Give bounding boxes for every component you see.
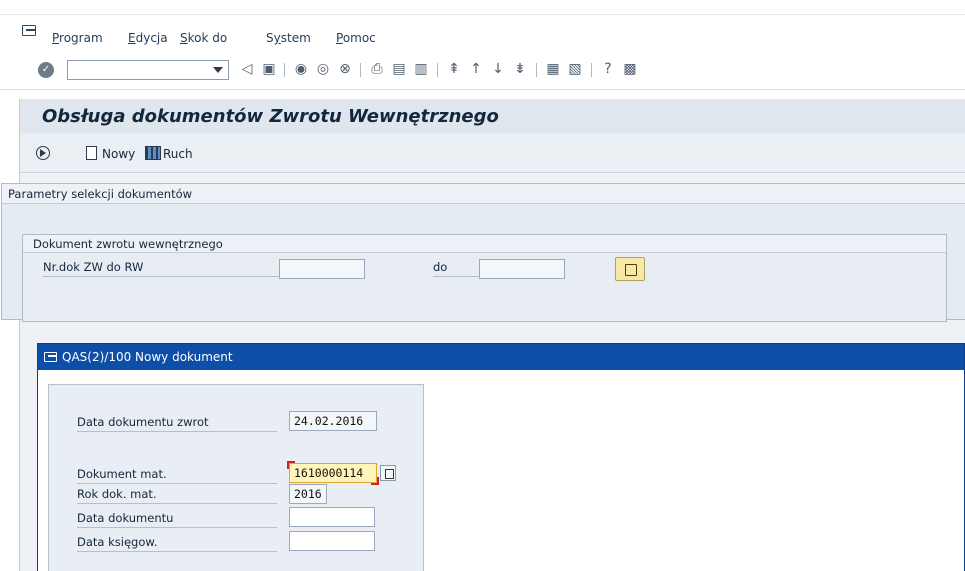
system-menu-icon[interactable]: [22, 25, 36, 36]
dialog-form-frame: Data dokumentu zwrot 24.02.2016 Dokument…: [48, 384, 424, 571]
return-document-title: Dokument zwrotu wewnętrznego: [23, 235, 946, 253]
shortcut-icon[interactable]: ▧: [567, 61, 583, 77]
return-doc-number-label: Nr.dok ZW do RW: [43, 260, 279, 277]
chevron-down-icon[interactable]: [213, 67, 223, 73]
table-icon[interactable]: [145, 146, 161, 160]
return-date-label: Data dokumentu zwrot: [77, 415, 277, 432]
menu-system[interactable]: System: [266, 31, 311, 45]
first-page-icon[interactable]: ⇞: [446, 61, 462, 77]
movement-button[interactable]: Ruch: [163, 147, 193, 161]
cancel-icon[interactable]: ⊗: [337, 61, 353, 77]
back-arrow-icon[interactable]: ◁: [239, 61, 255, 77]
selection-parameters-frame: Parametry selekcji dokumentów Dokument z…: [1, 183, 965, 322]
copy-icon[interactable]: [380, 465, 396, 481]
to-label: do: [433, 260, 479, 277]
separator: [284, 63, 285, 77]
selection-parameters-title: Parametry selekcji dokumentów: [2, 184, 965, 204]
previous-page-icon[interactable]: ↑: [468, 61, 484, 77]
new-document-dialog: QAS(2)/100 Nowy dokument Data dokumentu …: [37, 343, 965, 571]
application-toolbar: Nowy Ruch: [19, 133, 965, 173]
separator: [437, 63, 438, 77]
return-doc-number-to-input[interactable]: [479, 259, 565, 279]
last-page-icon[interactable]: ⇟: [512, 61, 528, 77]
execute-icon[interactable]: [36, 146, 50, 160]
help-icon[interactable]: ?: [600, 61, 616, 77]
separator: [360, 63, 361, 77]
menu-program[interactable]: Program: [52, 31, 103, 45]
menu-pomoc[interactable]: Pomoc: [336, 31, 376, 45]
posting-date-label: Data księgow.: [77, 535, 277, 552]
layout-menu-icon[interactable]: ▩: [622, 61, 638, 77]
menu-edycja[interactable]: Edycja: [128, 31, 168, 45]
new-button[interactable]: Nowy: [102, 147, 135, 161]
dialog-body: Data dokumentu zwrot 24.02.2016 Dokument…: [38, 370, 964, 571]
back-green-icon[interactable]: ◉: [293, 61, 309, 77]
screen-title-bar: Obsługa dokumentów Zwrotu Wewnętrznego: [19, 99, 965, 133]
page-title: Obsługa dokumentów Zwrotu Wewnętrznego: [42, 106, 499, 127]
enter-check-icon[interactable]: ✓: [38, 62, 54, 78]
menu-skok-do[interactable]: Skok do: [180, 31, 227, 45]
multiple-selection-button[interactable]: [615, 257, 645, 281]
new-document-icon[interactable]: [86, 146, 97, 160]
mat-year-label: Rok dok. mat.: [77, 487, 277, 504]
find-next-icon[interactable]: ▥: [413, 61, 429, 77]
dialog-system-icon[interactable]: [44, 352, 57, 362]
separator: [536, 63, 537, 77]
standard-toolbar: ✓ ◁ ▣ ◉ ◎ ⊗ ⎙ ▤ ▥ ⇞ ↑ ↓ ⇟ ▦ ▧ ? ▩: [0, 52, 965, 90]
print-icon[interactable]: ⎙: [369, 61, 385, 77]
dialog-title: QAS(2)/100 Nowy dokument: [62, 350, 233, 364]
mat-doc-label: Dokument mat.: [77, 467, 277, 484]
doc-date-input[interactable]: [289, 507, 375, 527]
new-session-icon[interactable]: ▦: [545, 61, 561, 77]
command-field[interactable]: [67, 60, 229, 80]
return-document-frame: Dokument zwrotu wewnętrznego Nr.dok ZW d…: [22, 234, 947, 322]
return-doc-number-from-input[interactable]: [279, 259, 365, 279]
posting-date-input[interactable]: [289, 531, 375, 551]
dialog-title-bar: QAS(2)/100 Nowy dokument: [38, 344, 964, 370]
separator: [591, 63, 592, 77]
save-icon[interactable]: ▣: [261, 61, 277, 77]
return-date-field: 24.02.2016: [289, 411, 377, 431]
mat-year-field: 2016: [289, 484, 327, 504]
mat-doc-input[interactable]: 1610000114: [287, 461, 379, 485]
exit-icon[interactable]: ◎: [315, 61, 331, 77]
menu-bar: Program Edycja Skok do System Pomoc: [0, 14, 965, 52]
find-icon[interactable]: ▤: [391, 61, 407, 77]
doc-date-label: Data dokumentu: [77, 511, 277, 528]
next-page-icon[interactable]: ↓: [490, 61, 506, 77]
